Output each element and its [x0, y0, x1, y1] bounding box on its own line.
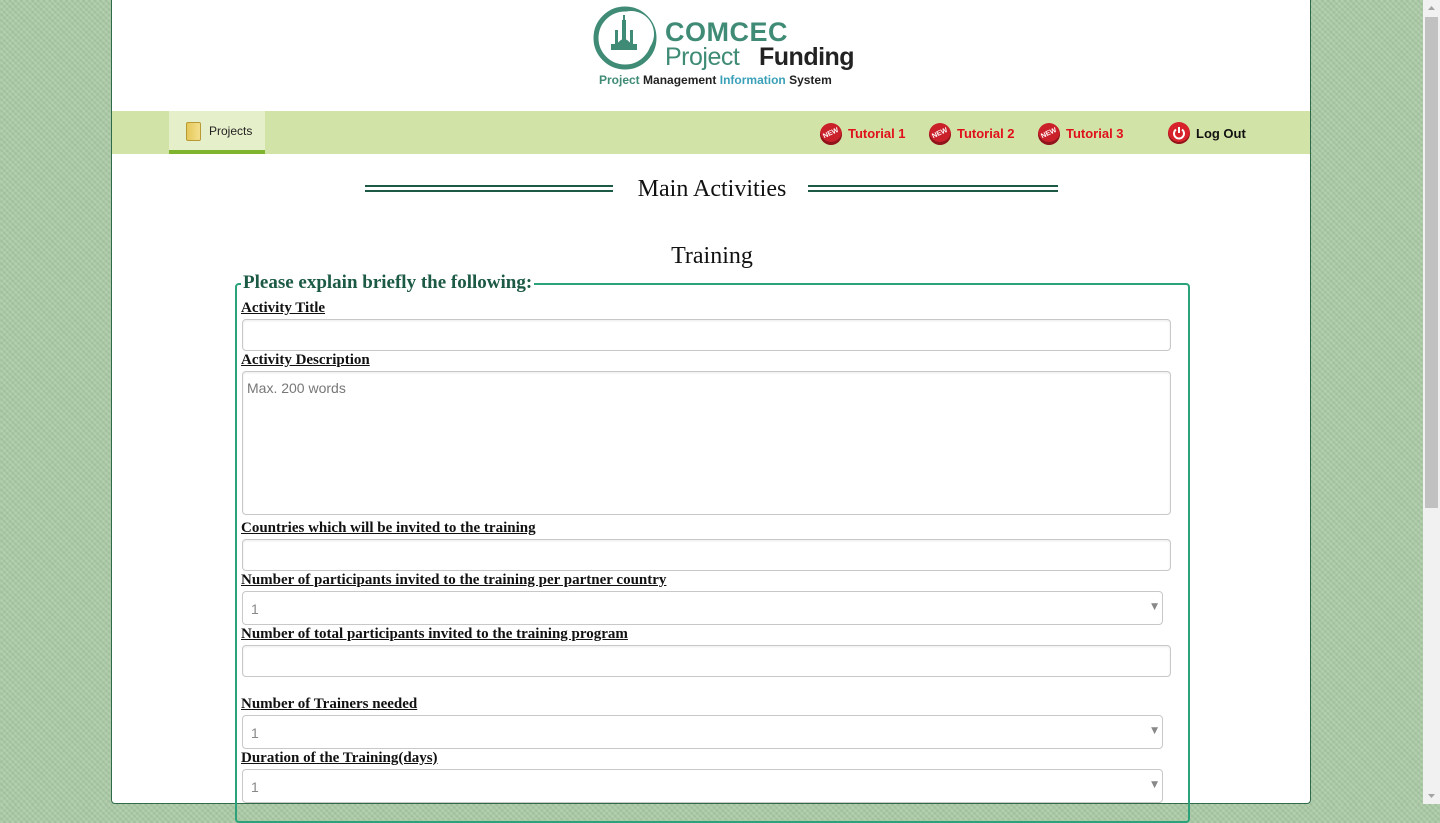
logo-funding-word: Funding	[759, 43, 855, 71]
logo-subtitle: Project Management Information System	[599, 73, 832, 87]
page-scrollbar[interactable]	[1423, 0, 1440, 804]
dropdown-arrow-icon: ▼	[1151, 726, 1158, 736]
tutorial-3-label: Tutorial 3	[1066, 126, 1124, 141]
new-badge-icon: NEW	[1038, 123, 1060, 145]
nav-projects-label: Projects	[209, 124, 253, 138]
total-participants-input[interactable]	[242, 645, 1171, 677]
trainers-select[interactable]: 1 ▼	[242, 715, 1163, 749]
activity-description-textarea[interactable]: Max. 200 words	[242, 371, 1171, 515]
new-badge-icon: NEW	[820, 123, 842, 145]
activity-title-label: Activity Title	[241, 300, 326, 316]
section-title: Main Activities	[365, 176, 1059, 206]
duration-value: 1	[251, 779, 259, 795]
participants-per-country-select[interactable]: 1 ▼	[242, 591, 1163, 625]
participants-per-country-label: Number of participants invited to the tr…	[241, 572, 667, 588]
trainers-label: Number of Trainers needed	[241, 696, 418, 712]
duration-label: Duration of the Training(days)	[241, 750, 438, 766]
nav-projects[interactable]: Projects	[169, 111, 265, 154]
dropdown-arrow-icon: ▼	[1151, 780, 1158, 790]
tutorial-1-label: Tutorial 1	[848, 126, 906, 141]
tutorial-2-label: Tutorial 2	[957, 126, 1015, 141]
participants-per-country-value: 1	[251, 601, 259, 617]
tutorial-3-link[interactable]: NEW Tutorial 3	[1038, 123, 1128, 145]
duration-select[interactable]: 1 ▼	[242, 769, 1163, 803]
activity-title-input[interactable]	[242, 319, 1171, 351]
new-badge-icon: NEW	[929, 123, 951, 145]
logout-button[interactable]: Log Out	[1168, 122, 1252, 146]
tutorial-2-link[interactable]: NEW Tutorial 2	[929, 123, 1019, 145]
scroll-down-arrow-icon[interactable]	[1423, 787, 1440, 804]
folder-icon	[186, 122, 201, 141]
logo-project-word: Project	[665, 43, 740, 71]
form-legend: Please explain briefly the following:	[241, 272, 535, 294]
countries-input[interactable]	[242, 539, 1171, 571]
power-icon	[1168, 122, 1190, 144]
logo-title: COMCEC	[665, 17, 788, 47]
tutorial-1-link[interactable]: NEW Tutorial 1	[820, 123, 910, 145]
comcec-logo: COMCEC Project Funding Project Managemen…	[593, 6, 855, 92]
dropdown-arrow-icon: ▼	[1151, 602, 1158, 612]
activity-description-label: Activity Description	[241, 352, 370, 368]
comcec-emblem-icon	[593, 6, 657, 70]
scroll-up-arrow-icon[interactable]	[1423, 0, 1440, 17]
training-heading: Training	[671, 243, 753, 269]
total-participants-label: Number of total participants invited to …	[241, 626, 628, 642]
scrollbar-thumb[interactable]	[1425, 17, 1438, 508]
page-container: COMCEC Project Funding Project Managemen…	[111, 0, 1311, 823]
activity-description-placeholder: Max. 200 words	[247, 380, 346, 396]
countries-label: Countries which will be invited to the t…	[241, 520, 536, 536]
title-divider-right	[808, 185, 1058, 192]
header: COMCEC Project Funding Project Managemen…	[112, 0, 1310, 111]
logout-label: Log Out	[1196, 126, 1246, 141]
trainers-value: 1	[251, 725, 259, 741]
navbar: Projects NEW Tutorial 1 NEW Tutorial 2 N…	[112, 111, 1310, 154]
